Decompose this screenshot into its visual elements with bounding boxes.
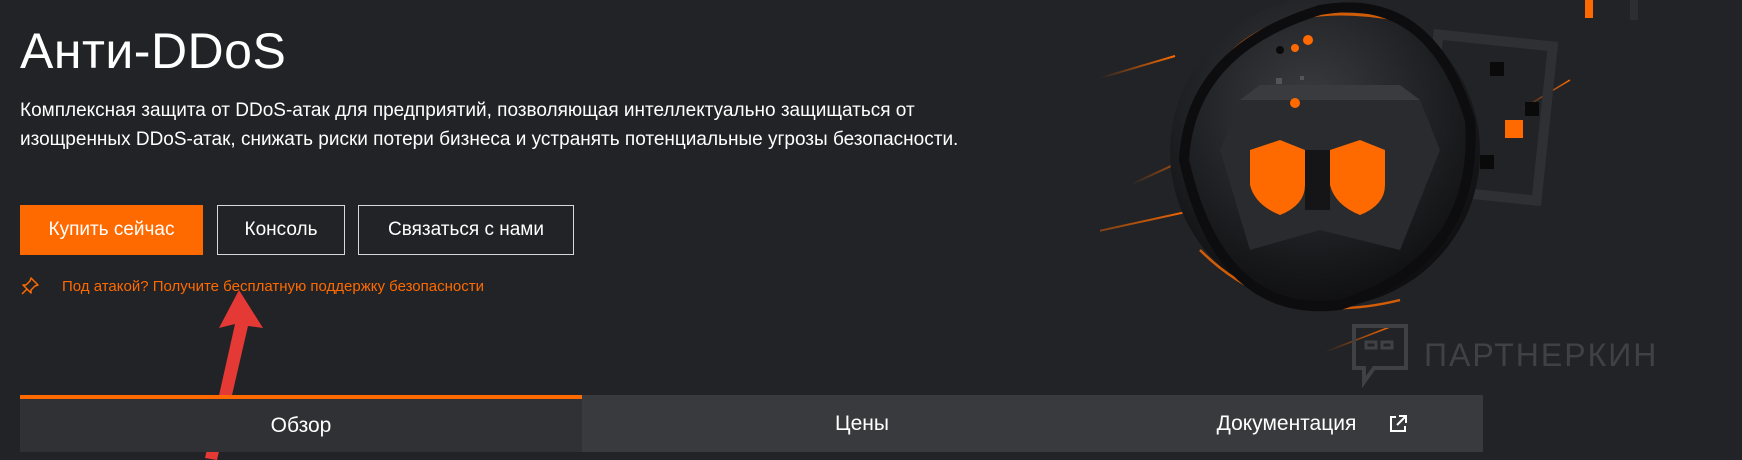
page-title: Анти-DDoS bbox=[20, 23, 287, 79]
tab-prices-label: Цены bbox=[835, 411, 889, 435]
pin-icon bbox=[21, 277, 39, 295]
tab-documentation-label: Документация bbox=[1216, 411, 1357, 435]
tab-overview-label: Обзор bbox=[270, 413, 332, 437]
buy-now-button[interactable]: Купить сейчас bbox=[20, 205, 203, 255]
external-link-icon bbox=[1390, 414, 1408, 432]
tab-bar: Обзор Цены Документация bbox=[20, 395, 1483, 452]
watermark-text: ПАРТНЕРКИН bbox=[1424, 336, 1659, 373]
chat-bubble-icon bbox=[1352, 324, 1408, 388]
hero-description: Комплексная защита от DDoS-атак для пред… bbox=[20, 100, 959, 150]
tab-overview[interactable]: Обзор bbox=[20, 395, 582, 452]
tab-prices[interactable]: Цены bbox=[582, 395, 1142, 452]
tab-documentation[interactable]: Документация bbox=[1142, 395, 1483, 452]
console-button[interactable]: Консоль bbox=[217, 205, 345, 255]
contact-us-button[interactable]: Связаться с нами bbox=[358, 205, 574, 255]
watermark: ПАРТНЕРКИН bbox=[1350, 322, 1658, 388]
